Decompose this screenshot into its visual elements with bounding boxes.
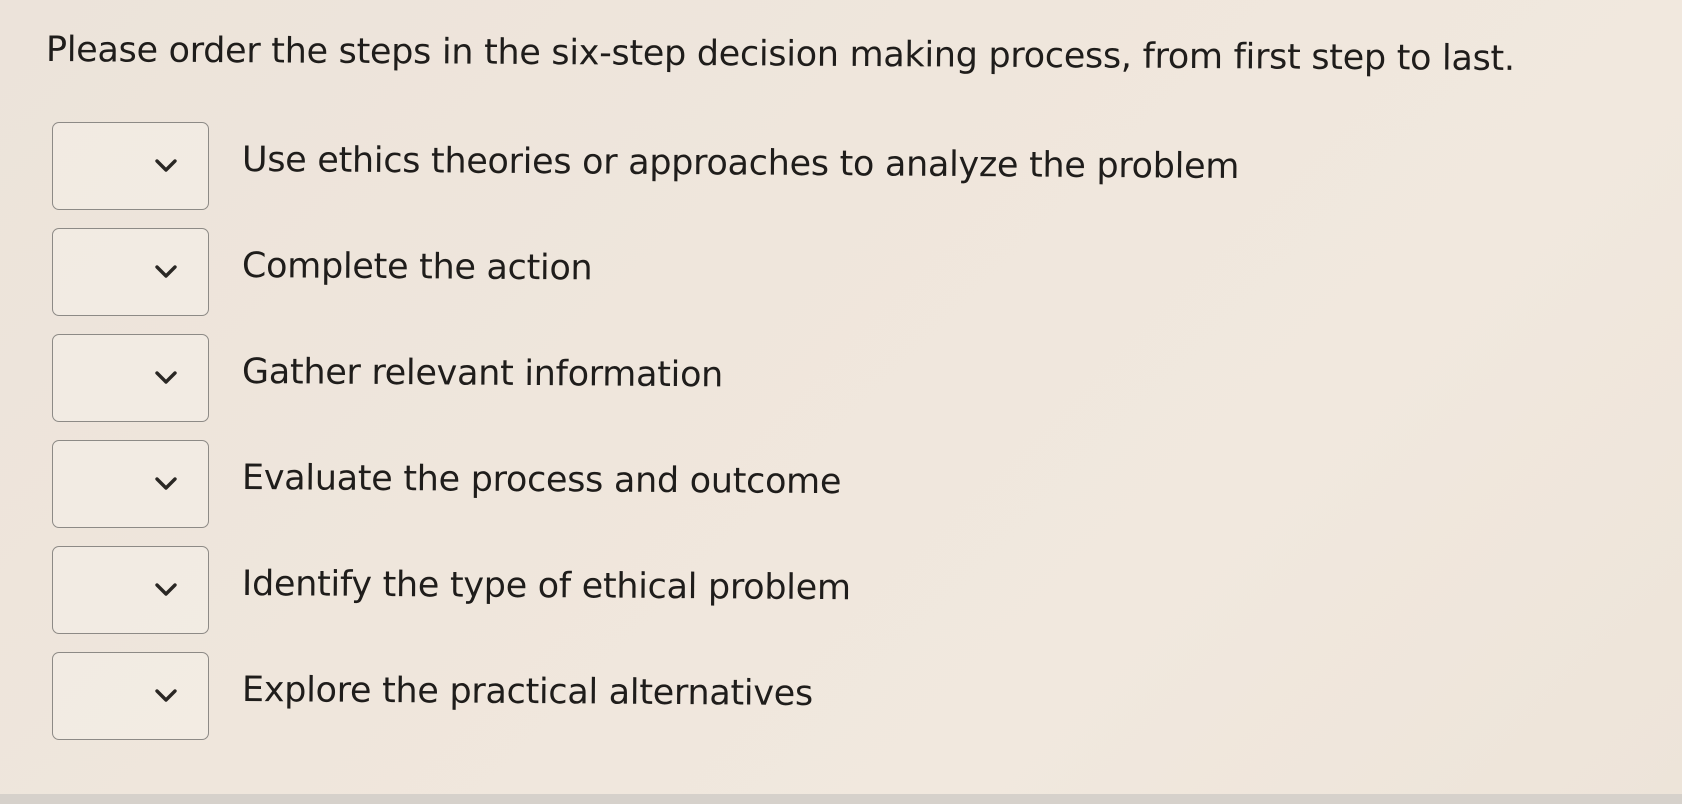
step-order-dropdown[interactable]: [52, 546, 209, 634]
bottom-edge: [0, 794, 1682, 804]
step-label: Explore the practical alternatives: [241, 670, 814, 714]
question-text: Please order the steps in the six-step d…: [45, 30, 1515, 79]
step-label: Identify the type of ethical problem: [241, 564, 851, 609]
chevron-down-icon: [153, 367, 179, 387]
step-order-dropdown[interactable]: [52, 122, 209, 210]
step-label: Gather relevant information: [241, 352, 724, 396]
chevron-down-icon: [153, 261, 179, 281]
step-order-dropdown[interactable]: [52, 228, 209, 316]
chevron-down-icon: [153, 473, 179, 493]
step-label: Complete the action: [241, 246, 593, 289]
step-order-dropdown[interactable]: [52, 334, 209, 422]
chevron-down-icon: [153, 685, 179, 705]
chevron-down-icon: [153, 155, 179, 175]
chevron-down-icon: [153, 579, 179, 599]
step-order-dropdown[interactable]: [52, 652, 209, 740]
step-label: Use ethics theories or approaches to ana…: [241, 140, 1240, 187]
step-label: Evaluate the process and outcome: [241, 458, 842, 503]
step-order-dropdown[interactable]: [52, 440, 209, 528]
